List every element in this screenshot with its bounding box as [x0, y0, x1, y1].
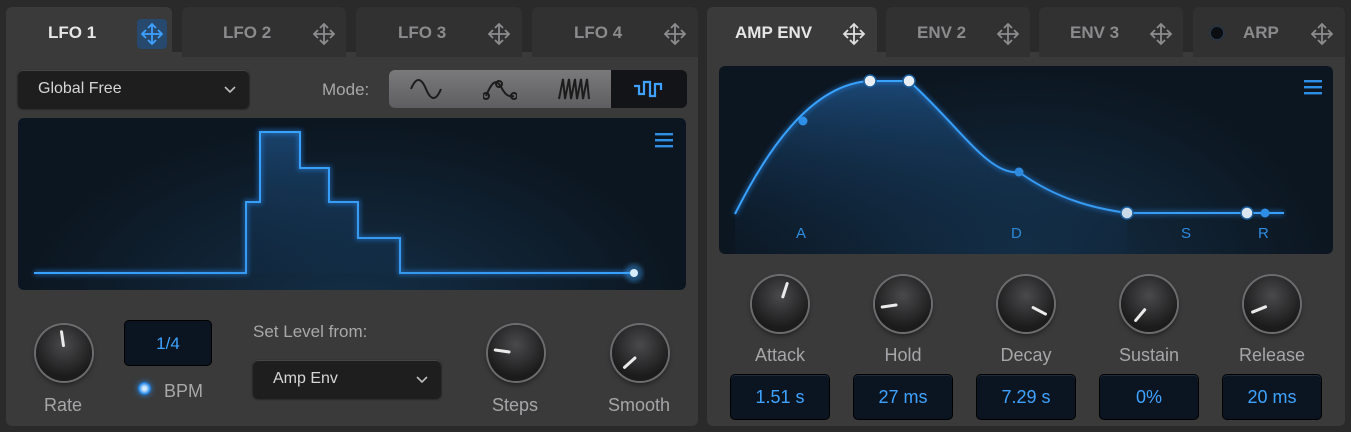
- move-icon[interactable]: [137, 19, 167, 49]
- tab-label: ENV 3: [1070, 23, 1120, 42]
- rate-value-display[interactable]: 1/4: [125, 321, 211, 365]
- sustain-knob[interactable]: [1121, 276, 1177, 332]
- hold-knob[interactable]: [875, 276, 931, 332]
- tab-label: LFO 1: [48, 23, 97, 42]
- decay-label: Decay: [1000, 345, 1052, 365]
- random-wave-icon: [483, 80, 517, 100]
- sustain-value[interactable]: 0%: [1100, 375, 1198, 419]
- sine-wave-icon: [410, 79, 442, 99]
- move-icon[interactable]: [484, 19, 514, 49]
- hold-label: Hold: [884, 345, 922, 365]
- mode-sine-button[interactable]: [389, 70, 464, 108]
- lfo-waveform-display[interactable]: [18, 118, 686, 290]
- release-label: Release: [1238, 345, 1306, 365]
- attack-label: Attack: [754, 345, 806, 365]
- release-knob[interactable]: [1244, 276, 1300, 332]
- move-icon[interactable]: [660, 19, 690, 49]
- tab-label: LFO 3: [398, 23, 447, 42]
- attack-knob[interactable]: [752, 276, 808, 332]
- set-level-value: Amp Env: [273, 370, 338, 387]
- mode-saw-button[interactable]: [537, 70, 612, 108]
- smooth-label: Smooth: [607, 395, 671, 415]
- bpm-toggle-led[interactable]: [138, 382, 151, 395]
- rate-knob[interactable]: [36, 325, 92, 381]
- envelope-display[interactable]: A D S R: [719, 66, 1333, 254]
- mode-random-button[interactable]: [463, 70, 538, 108]
- saw-wave-icon: [558, 78, 590, 100]
- sustain-label: Sustain: [1118, 345, 1180, 365]
- release-marker: R: [1258, 225, 1269, 242]
- lfo-sync-value: Global Free: [38, 80, 122, 97]
- tab-env-3[interactable]: ENV 3: [1039, 7, 1183, 57]
- move-icon[interactable]: [309, 19, 339, 49]
- tab-env-2[interactable]: ENV 2: [886, 7, 1030, 57]
- release-value[interactable]: 20 ms: [1223, 375, 1321, 419]
- decay-marker: D: [1011, 225, 1022, 242]
- lfo-sync-dropdown[interactable]: Global Free: [18, 70, 249, 108]
- smooth-knob[interactable]: [612, 325, 668, 381]
- set-level-label: Set Level from:: [253, 322, 368, 341]
- hold-value[interactable]: 27 ms: [854, 375, 952, 419]
- tab-label: ENV 2: [917, 23, 967, 42]
- steps-knob[interactable]: [488, 325, 544, 381]
- mode-label: Mode:: [322, 80, 370, 99]
- menu-icon[interactable]: [655, 132, 673, 148]
- steps-label: Steps: [491, 395, 539, 415]
- move-icon[interactable]: [1307, 19, 1337, 49]
- decay-value[interactable]: 7.29 s: [977, 375, 1075, 419]
- tab-label: LFO 2: [223, 23, 272, 42]
- tab-lfo-4[interactable]: LFO 4: [532, 7, 698, 57]
- chevron-down-icon: [223, 82, 237, 101]
- set-level-dropdown[interactable]: Amp Env: [253, 360, 441, 398]
- tab-lfo-1[interactable]: LFO 1: [6, 7, 172, 57]
- tab-label: LFO 4: [574, 23, 623, 42]
- bpm-label: BPM: [164, 381, 204, 401]
- tab-lfo-3[interactable]: LFO 3: [356, 7, 522, 57]
- move-icon[interactable]: [1146, 19, 1176, 49]
- tab-lfo-2[interactable]: LFO 2: [182, 7, 346, 57]
- step-wave-icon: [634, 80, 663, 98]
- move-icon[interactable]: [839, 19, 869, 49]
- decay-knob[interactable]: [998, 276, 1054, 332]
- attack-marker: A: [796, 225, 807, 242]
- attack-value[interactable]: 1.51 s: [731, 375, 829, 419]
- move-icon[interactable]: [993, 19, 1023, 49]
- sustain-marker: S: [1181, 225, 1192, 242]
- menu-icon[interactable]: [1304, 79, 1322, 95]
- tab-label: ARP: [1243, 23, 1279, 42]
- lfo-mode-selector: [389, 70, 687, 108]
- arp-power-toggle[interactable]: [1209, 25, 1225, 41]
- tab-amp-env[interactable]: AMP ENV: [707, 7, 877, 57]
- tab-label: AMP ENV: [735, 23, 813, 42]
- chevron-down-icon: [415, 372, 429, 391]
- rate-label: Rate: [43, 395, 83, 415]
- mode-step-button[interactable]: [611, 70, 687, 108]
